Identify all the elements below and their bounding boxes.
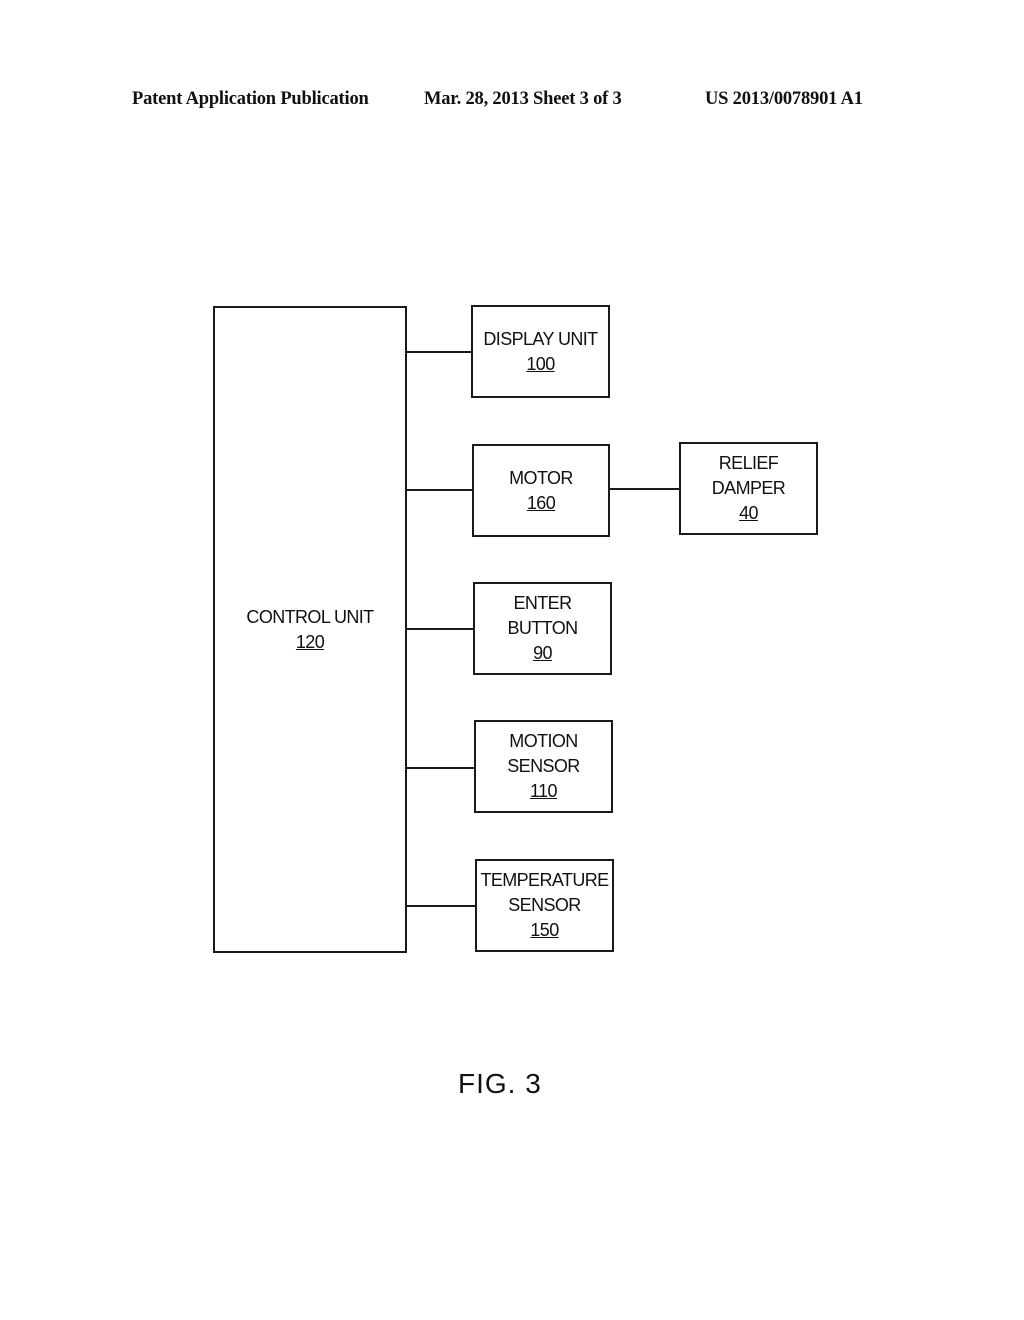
- relief-damper-ref: 40: [739, 503, 758, 523]
- relief-damper-label-line2: DAMPER: [711, 478, 786, 498]
- motion-sensor-ref: 110: [530, 781, 558, 801]
- connector-enter-button: [405, 628, 475, 630]
- temperature-sensor-block: TEMPERATURE SENSOR 150: [475, 859, 614, 952]
- motor-label: MOTOR: [509, 467, 573, 488]
- figure-label: FIG. 3: [458, 1068, 542, 1099]
- motion-sensor-label-line1: MOTION: [509, 731, 578, 751]
- enter-button-label-line2: BUTTON: [507, 618, 578, 638]
- motion-sensor-label-line2: SENSOR: [507, 756, 580, 776]
- motor-block: MOTOR 160: [472, 444, 610, 537]
- relief-damper-block: RELIEF DAMPER 40: [679, 442, 818, 535]
- enter-button-block: ENTER BUTTON 90: [473, 582, 612, 675]
- temperature-sensor-label-line1: TEMPERATURE: [480, 870, 609, 890]
- connector-motor: [405, 489, 473, 491]
- enter-button-ref: 90: [533, 643, 552, 663]
- publication-date-sheet: Mar. 28, 2013 Sheet 3 of 3: [424, 89, 622, 109]
- control-unit-label: CONTROL UNIT: [246, 606, 374, 627]
- temperature-sensor-label-line2: SENSOR: [508, 895, 581, 915]
- display-unit-block: DISPLAY UNIT 100: [471, 305, 610, 398]
- publication-number: US 2013/0078901 A1: [705, 89, 863, 109]
- temperature-sensor-ref: 150: [530, 920, 559, 940]
- control-unit-block: CONTROL UNIT 120: [213, 306, 407, 953]
- display-unit-ref: 100: [526, 353, 555, 374]
- control-unit-ref: 120: [295, 631, 325, 652]
- publication-title: Patent Application Publication: [132, 89, 369, 109]
- connector-motion-sensor: [405, 767, 475, 769]
- connector-temperature-sensor: [405, 905, 477, 907]
- connector-motor-relief-damper: [608, 488, 680, 490]
- enter-button-label-line1: ENTER: [513, 593, 572, 613]
- display-unit-label: DISPLAY UNIT: [483, 328, 598, 349]
- connector-display-unit: [405, 351, 473, 353]
- motor-ref: 160: [526, 492, 556, 513]
- relief-damper-label-line1: RELIEF: [718, 453, 779, 473]
- motion-sensor-block: MOTION SENSOR 110: [474, 720, 613, 813]
